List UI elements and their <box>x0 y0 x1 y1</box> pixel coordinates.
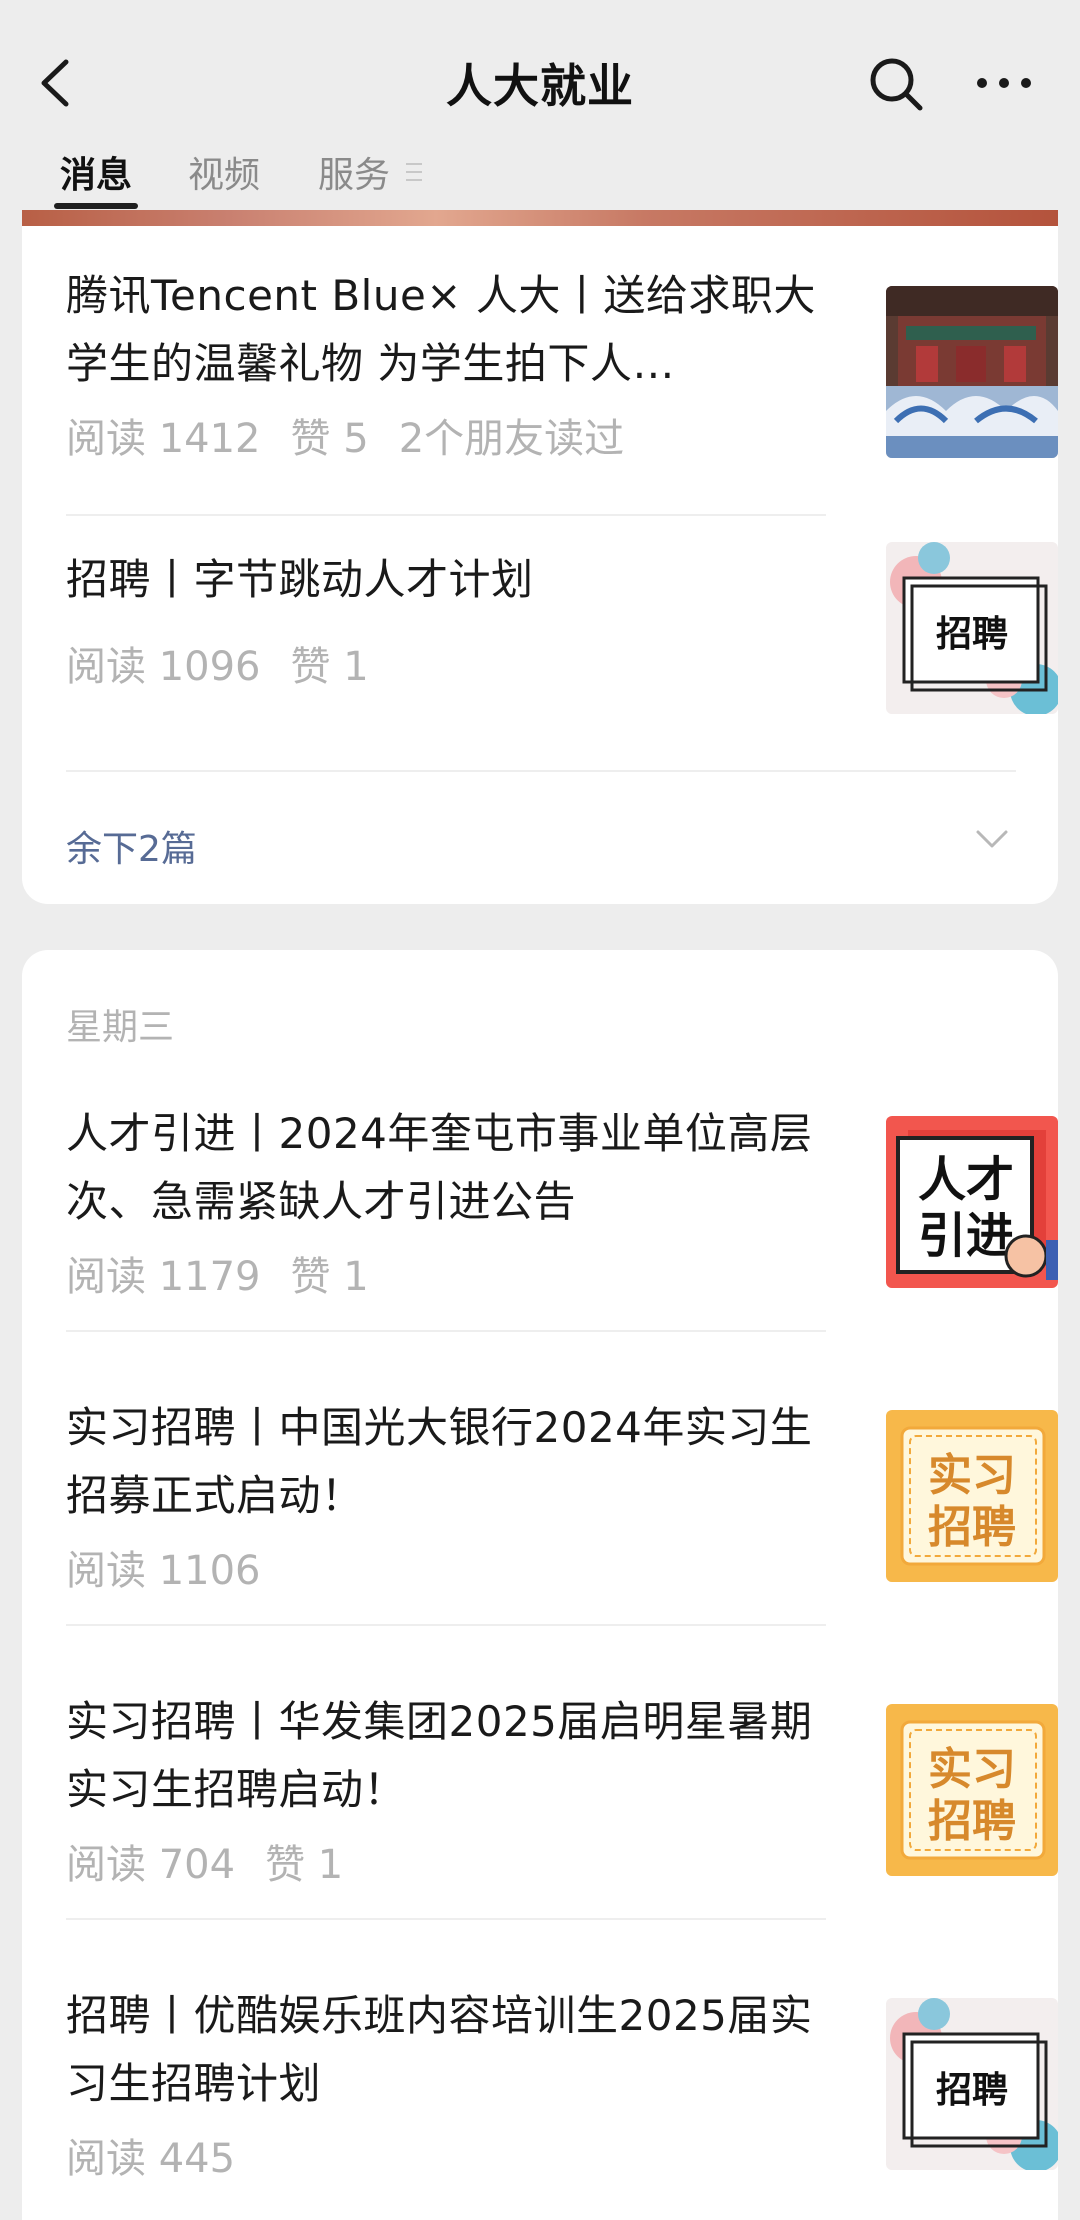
search-icon[interactable] <box>868 56 924 112</box>
article-item[interactable]: 招聘丨字节跳动人才计划 阅读 1096 赞 1 招聘 <box>66 538 1058 738</box>
svg-text:招聘: 招聘 <box>928 1796 1016 1847</box>
more-articles-link[interactable]: 余下2篇 <box>66 820 197 872</box>
divider <box>66 1330 826 1332</box>
article-meta: 阅读 704 赞 1 <box>66 1842 344 1888</box>
tab-messages[interactable]: 消息 <box>60 146 132 198</box>
recruit-badge-icon: 招聘 <box>886 1998 1058 2170</box>
svg-text:招聘: 招聘 <box>936 614 1008 655</box>
article-thumbnail <box>886 286 1058 458</box>
top-bar: 人大就业 消息 视频 服务 <box>0 0 1080 240</box>
article-meta: 阅读 1106 <box>66 1548 261 1594</box>
article-item[interactable]: 腾讯Tencent Blue× 人大丨送给求职大学生的温馨礼物 为学生拍下人… … <box>66 262 1058 462</box>
article-thumbnail: 人才 引进 <box>886 1116 1058 1288</box>
article-item[interactable]: 招聘丨优酷娱乐班内容培训生2025届实习生招聘计划 阅读 445 招聘 <box>66 1982 1058 2182</box>
chevron-down-icon[interactable] <box>974 828 1010 850</box>
article-thumbnail: 招聘 <box>886 542 1058 714</box>
active-tab-indicator <box>54 203 138 209</box>
svg-text:人才: 人才 <box>918 1152 1014 1208</box>
menu-lines-icon <box>406 163 422 181</box>
tab-videos[interactable]: 视频 <box>188 146 260 198</box>
article-thumbnail: 实习 招聘 <box>886 1410 1058 1582</box>
svg-text:实习: 实习 <box>928 1450 1016 1501</box>
divider <box>66 1918 826 1920</box>
article-item[interactable]: 实习招聘丨华发集团2025届启明星暑期实习生招聘启动！ 阅读 704 赞 1 实习… <box>66 1688 1058 1888</box>
tab-services[interactable]: 服务 <box>318 146 390 198</box>
article-title: 招聘丨字节跳动人才计划 <box>66 555 534 604</box>
svg-text:实习: 实习 <box>928 1744 1016 1795</box>
talent-intro-icon: 人才 引进 <box>886 1116 1058 1288</box>
more-options-icon[interactable] <box>974 68 1034 98</box>
divider <box>66 770 1016 772</box>
divider <box>66 1624 826 1626</box>
article-group-card: 星期三 人才引进丨2024年奎屯市事业单位高层次、急需紧缺人才引进公告 阅读 1… <box>22 950 1058 2220</box>
internship-recruit-icon: 实习 招聘 <box>886 1410 1058 1582</box>
article-thumbnail: 招聘 <box>886 1998 1058 2170</box>
svg-text:引进: 引进 <box>918 1208 1014 1264</box>
recruit-badge-icon: 招聘 <box>886 542 1058 714</box>
article-title: 腾讯Tencent Blue× 人大丨送给求职大学生的温馨礼物 为学生拍下人… <box>66 271 816 388</box>
article-item[interactable]: 实习招聘丨中国光大银行2024年实习生招募正式启动！ 阅读 1106 实习 招聘 <box>66 1394 1058 1594</box>
article-meta: 阅读 445 <box>66 2136 236 2182</box>
article-meta: 阅读 1179 赞 1 <box>66 1254 369 1300</box>
svg-text:招聘: 招聘 <box>936 2070 1008 2111</box>
article-item[interactable]: 人才引进丨2024年奎屯市事业单位高层次、急需紧缺人才引进公告 阅读 1179 赞… <box>66 1100 1058 1300</box>
date-label: 星期三 <box>66 1007 175 1048</box>
building-photo-icon <box>886 286 1058 458</box>
article-group-card: 腾讯Tencent Blue× 人大丨送给求职大学生的温馨礼物 为学生拍下人… … <box>22 222 1058 904</box>
article-meta: 阅读 1412 赞 5 2个朋友读过 <box>66 416 625 462</box>
header-banner-strip <box>22 210 1058 226</box>
article-thumbnail: 实习 招聘 <box>886 1704 1058 1876</box>
divider <box>66 514 826 516</box>
article-title: 人才引进丨2024年奎屯市事业单位高层次、急需紧缺人才引进公告 <box>66 1109 813 1226</box>
article-title: 招聘丨优酷娱乐班内容培训生2025届实习生招聘计划 <box>66 1991 813 2108</box>
svg-text:招聘: 招聘 <box>928 1502 1016 1553</box>
article-title: 实习招聘丨华发集团2025届启明星暑期实习生招聘启动！ <box>66 1697 813 1814</box>
internship-recruit-icon: 实习 招聘 <box>886 1704 1058 1876</box>
article-title: 实习招聘丨中国光大银行2024年实习生招募正式启动！ <box>66 1403 813 1520</box>
article-meta: 阅读 1096 赞 1 <box>66 644 369 690</box>
